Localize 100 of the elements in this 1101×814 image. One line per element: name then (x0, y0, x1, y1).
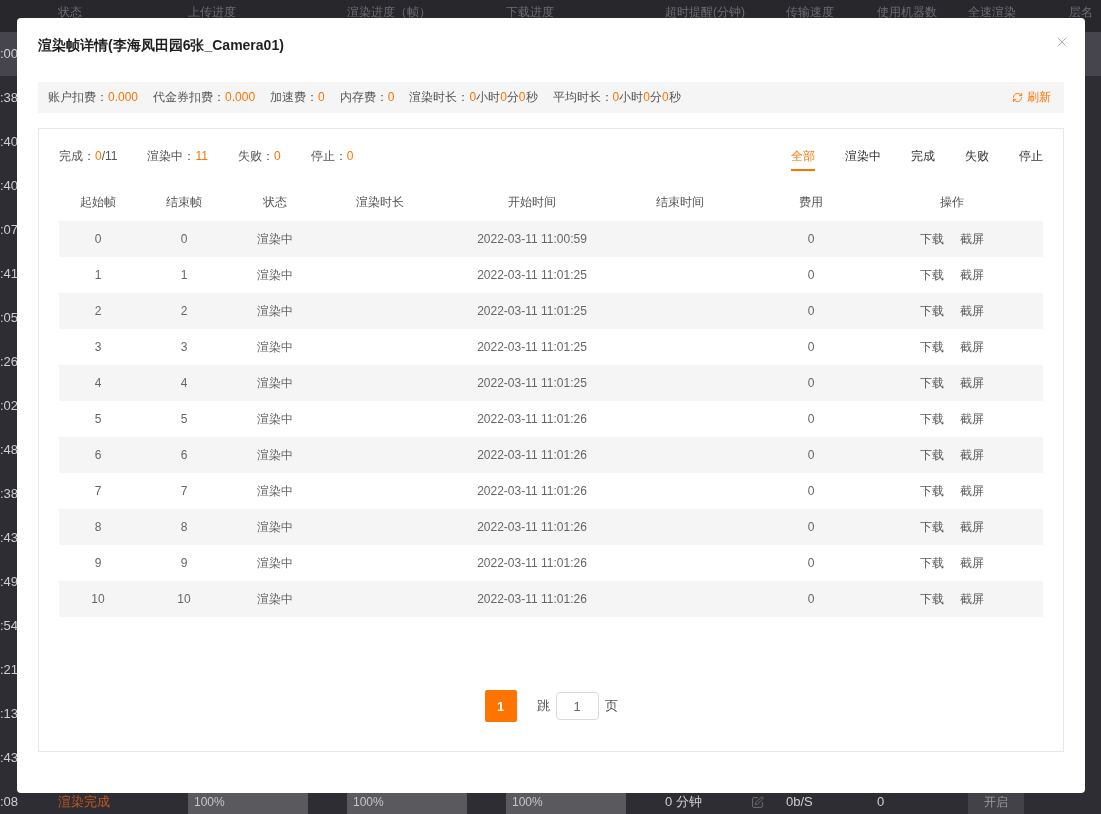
table-cell: 3 (94, 340, 102, 354)
table-cell: 2022-03-11 11:01:26 (477, 592, 587, 606)
filter-tab[interactable]: 停止 (1019, 143, 1043, 171)
table-cell: 渲染中 (257, 590, 293, 608)
time-text: :00 (0, 46, 19, 62)
table-cell: 渲染中 (257, 374, 293, 392)
time-text: :08 (0, 794, 19, 811)
time-text: :40 (0, 178, 19, 194)
table-cell: 0 (807, 520, 815, 534)
action-link[interactable]: 下载 (920, 302, 944, 320)
table-cell: 0 (807, 268, 815, 282)
fee-stat: 代金券扣费：0.000 (153, 89, 256, 106)
action-link[interactable]: 截屏 (960, 230, 984, 248)
column-header: 使用机器数 (877, 3, 937, 21)
column-header: 层名 (1069, 3, 1093, 21)
table-cell: 2 (94, 304, 102, 318)
action-link[interactable]: 截屏 (960, 482, 984, 500)
filter-tab[interactable]: 完成 (911, 143, 935, 171)
table-cell: 渲染中 (257, 302, 293, 320)
action-link[interactable]: 下载 (920, 266, 944, 284)
table-cell: 2022-03-11 11:01:25 (477, 340, 587, 354)
table-cell: 9 (180, 556, 188, 570)
fee-stat: 内存费：0 (339, 89, 395, 106)
table-cell: 0 (807, 556, 815, 570)
table-cell: 0 (807, 376, 815, 390)
action-link[interactable]: 截屏 (960, 266, 984, 284)
action-link[interactable]: 截屏 (960, 590, 984, 608)
action-link[interactable]: 下载 (920, 554, 944, 572)
table-cell: 0 (807, 232, 815, 246)
table-cell: 2022-03-11 11:00:59 (477, 232, 587, 246)
column-header: 起始帧 (79, 193, 117, 211)
table-cell: 0 (807, 304, 815, 318)
table-cell: 8 (180, 520, 188, 534)
table-cell: 7 (94, 484, 102, 498)
refresh-icon (1012, 92, 1023, 103)
progress-reading: 100% (512, 794, 543, 811)
action-link[interactable]: 下载 (920, 338, 944, 356)
action-link[interactable]: 下载 (920, 518, 944, 536)
fee-stat: 加速费：0 (270, 89, 325, 106)
table-cell: 0 (807, 448, 815, 462)
action-link[interactable]: 下载 (920, 410, 944, 428)
table-cell: 2022-03-11 11:01:25 (477, 304, 587, 318)
speed-text: 0b/S (786, 794, 813, 811)
time-text: :49 (0, 574, 19, 590)
table-cell: 0 (807, 592, 815, 606)
column-header: 结束帧 (165, 193, 203, 211)
action-link[interactable]: 下载 (920, 374, 944, 392)
action-link[interactable]: 截屏 (960, 374, 984, 392)
filter-tab[interactable]: 失败 (965, 143, 989, 171)
table-cell: 8 (94, 520, 102, 534)
table-cell: 2022-03-11 11:01:26 (477, 556, 587, 570)
dialog-title: 渲染帧详情(李海凤田园6张_Camera01) (38, 36, 284, 54)
summary-stat: 失败：0 (237, 147, 281, 165)
progress-reading: 100% (353, 794, 384, 811)
time-text: :40 (0, 134, 19, 150)
time-text: :13 (0, 706, 19, 722)
table-cell: 0 (94, 232, 102, 246)
column-header: 下载进度 (506, 3, 554, 21)
filter-tab[interactable]: 渲染中 (845, 143, 881, 171)
table-cell: 0 (807, 484, 815, 498)
time-text: :05 (0, 310, 19, 326)
status-text: 渲染完成 (58, 794, 110, 811)
table-cell: 2022-03-11 11:01:26 (477, 412, 587, 426)
column-header: 状态 (262, 193, 288, 211)
action-link[interactable]: 下载 (920, 446, 944, 464)
full-speed-button[interactable]: 开启 (968, 791, 1024, 814)
table-cell: 2 (180, 304, 188, 318)
action-link[interactable]: 下载 (920, 590, 944, 608)
table-cell: 10 (91, 592, 105, 606)
column-header: 开始时间 (507, 193, 557, 211)
jump-label: 跳 (536, 697, 550, 715)
table-cell: 6 (94, 448, 102, 462)
action-link[interactable]: 截屏 (960, 410, 984, 428)
time-text: :41 (0, 266, 19, 282)
table-cell: 6 (180, 448, 188, 462)
time-text: :43 (0, 530, 19, 546)
table-cell: 渲染中 (257, 446, 293, 464)
duration-stat: 平均时长：0小时0分0秒 (552, 89, 681, 106)
table-cell: 3 (180, 340, 188, 354)
action-link[interactable]: 截屏 (960, 554, 984, 572)
column-header: 渲染进度（帧） (347, 3, 431, 21)
action-link[interactable]: 截屏 (960, 302, 984, 320)
table-cell: 渲染中 (257, 230, 293, 248)
summary-stat: 停止：0 (310, 147, 354, 165)
action-link[interactable]: 下载 (920, 230, 944, 248)
table-cell: 10 (177, 592, 191, 606)
progress-reading: 100% (194, 794, 225, 811)
machines-text: 0 (877, 794, 885, 811)
page-input[interactable]: 1 (555, 692, 599, 720)
time-text: :54 (0, 618, 19, 634)
column-header: 传输速度 (786, 3, 834, 21)
action-link[interactable]: 截屏 (960, 338, 984, 356)
action-link[interactable]: 截屏 (960, 446, 984, 464)
action-link[interactable]: 下载 (920, 482, 944, 500)
table-cell: 渲染中 (257, 482, 293, 500)
time-text: :48 (0, 442, 19, 458)
table-cell: 渲染中 (257, 266, 293, 284)
column-header: 渲染时长 (355, 193, 405, 211)
action-link[interactable]: 截屏 (960, 518, 984, 536)
edit-icon[interactable] (751, 796, 764, 809)
